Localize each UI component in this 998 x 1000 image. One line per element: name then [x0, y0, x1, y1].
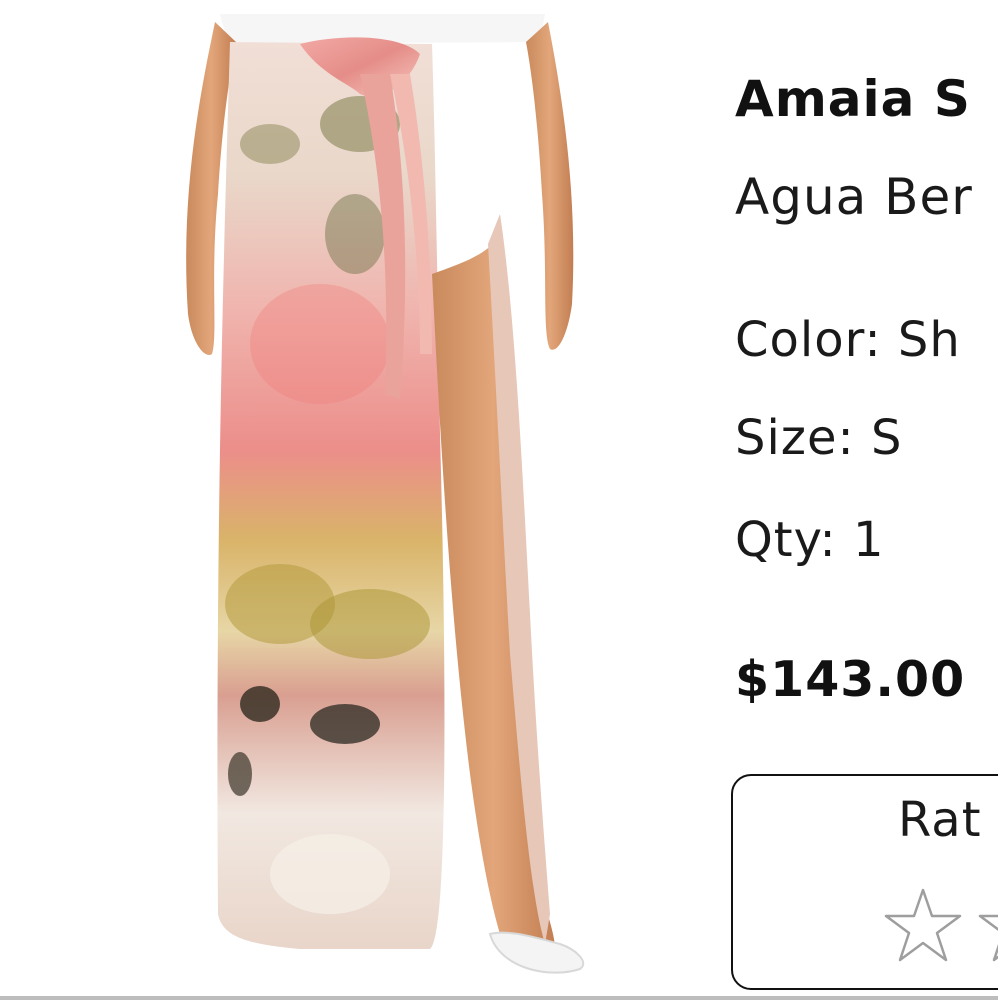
rating-label: Rat — [898, 792, 982, 848]
product-detail-screen: Amaia S Agua Ber Color: Sh Size: S Qty: … — [0, 0, 998, 1000]
skirt-photo — [186, 14, 585, 974]
product-color: Color: Sh — [735, 312, 961, 368]
product-image[interactable] — [170, 14, 600, 990]
product-size: Size: S — [735, 410, 903, 466]
product-brand[interactable]: Agua Ber — [735, 168, 973, 226]
product-quantity: Qty: 1 — [735, 512, 885, 568]
bottom-divider — [0, 996, 998, 1000]
star-outline-icon[interactable] — [883, 886, 963, 966]
rating-card: Rat — [731, 774, 998, 990]
rating-stars — [883, 886, 998, 966]
product-price: $143.00 — [735, 651, 966, 708]
product-name[interactable]: Amaia S — [735, 70, 971, 128]
star-outline-icon[interactable] — [977, 886, 998, 966]
